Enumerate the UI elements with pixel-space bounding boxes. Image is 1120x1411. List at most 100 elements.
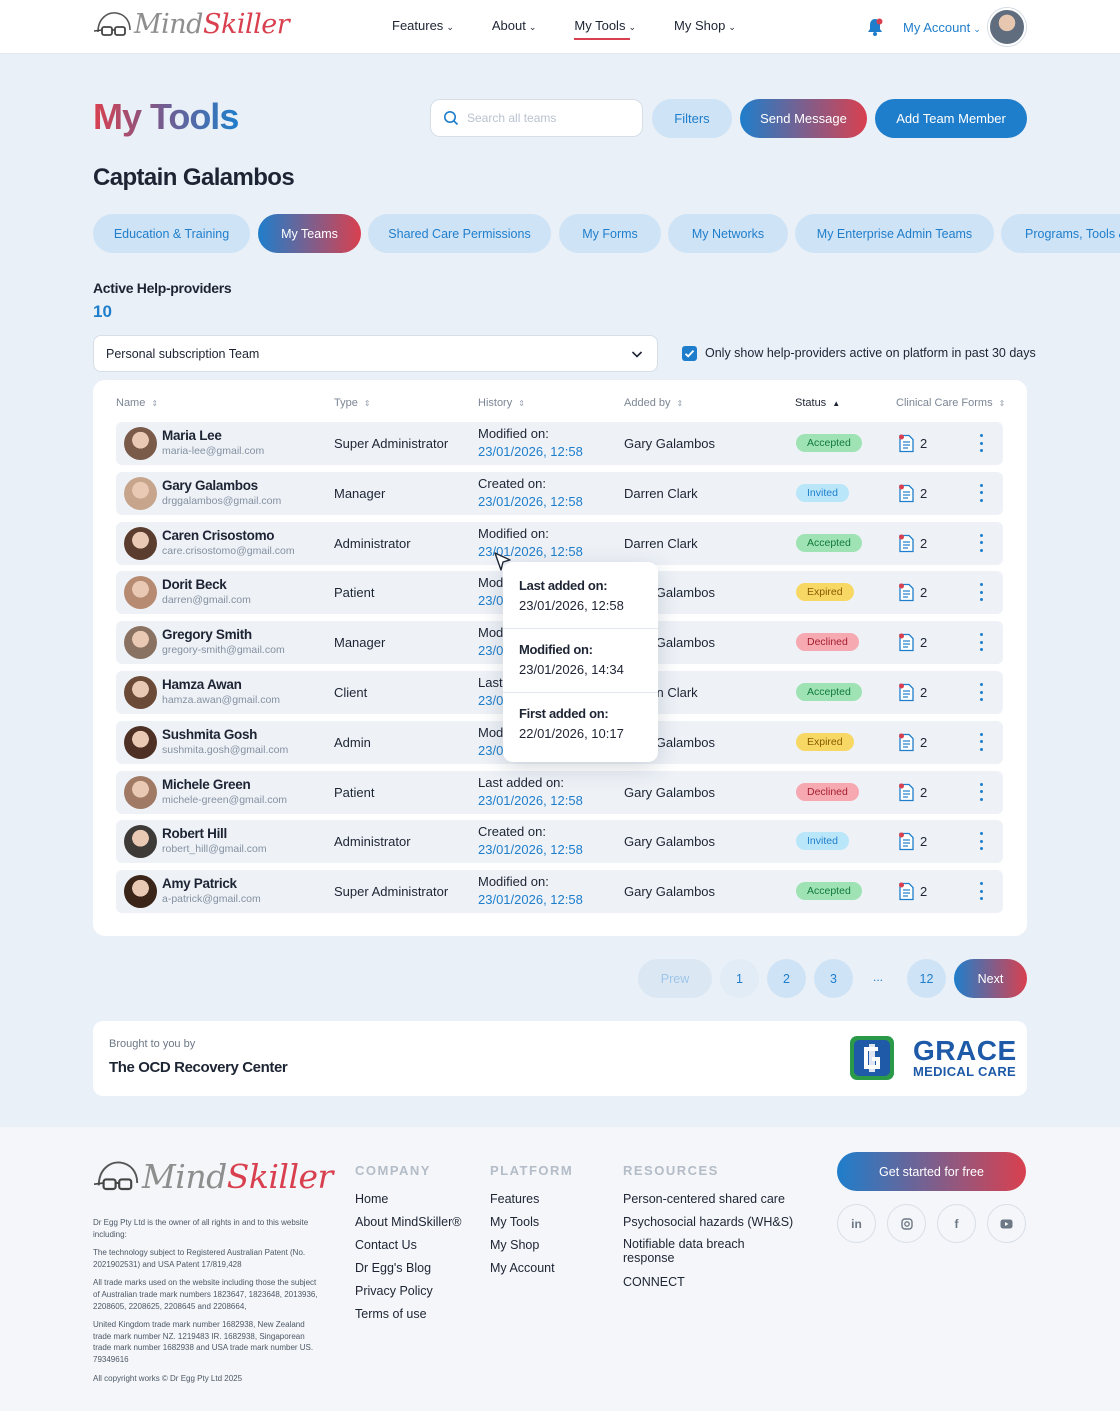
- pagination-page-3[interactable]: 3: [814, 959, 853, 998]
- tab-my-enterprise-admin-teams[interactable]: My Enterprise Admin Teams: [795, 214, 994, 253]
- footer-link-my-account[interactable]: My Account: [490, 1261, 573, 1275]
- team-select[interactable]: Personal subscription Team: [93, 335, 658, 372]
- table-row[interactable]: Maria Lee maria-lee@gmail.com Super Admini…: [116, 422, 1003, 465]
- tab-programs-tools[interactable]: Programs, Tools &: [1001, 214, 1120, 253]
- history-date[interactable]: 23/01/2026, 12:58: [478, 494, 583, 509]
- footer-logo[interactable]: MindSkiller: [94, 1157, 333, 1196]
- get-started-button[interactable]: Get started for free: [837, 1152, 1026, 1191]
- table-row[interactable]: Caren Crisostomo care.crisostomo@gmail.co…: [116, 521, 1003, 565]
- filters-button[interactable]: Filters: [652, 99, 732, 138]
- nav-my-shop[interactable]: My Shop ⌄: [674, 18, 736, 37]
- clinical-form-icon[interactable]: [898, 484, 915, 503]
- my-account-menu[interactable]: My Account ⌄: [903, 20, 981, 35]
- nav-about[interactable]: About ⌄: [492, 18, 537, 37]
- status-badge: Accepted: [796, 882, 862, 901]
- footer-link-contact[interactable]: Contact Us: [355, 1238, 461, 1252]
- footer-link-shared-care[interactable]: Person-centered shared care: [623, 1192, 793, 1206]
- footer-link-data-breach[interactable]: Notifiable data breach response: [623, 1237, 763, 1266]
- footer-link-features[interactable]: Features: [490, 1192, 573, 1206]
- history-date[interactable]: 23/01/2026, 12:58: [478, 892, 583, 907]
- table-row[interactable]: Gary Galambos drggalambos@gmail.com Manage…: [116, 471, 1003, 515]
- footer-link-psychosocial-hazards[interactable]: Psychosocial hazards (WH&S): [623, 1215, 793, 1229]
- row-actions-kebab-icon[interactable]: [976, 434, 986, 452]
- history-date[interactable]: 23/01/2026, 12:58: [478, 444, 583, 459]
- forms-count: 2: [920, 535, 928, 551]
- table-row[interactable]: Michele Green michele-green@gmail.com Pati…: [116, 770, 1003, 814]
- instagram-icon[interactable]: [887, 1204, 926, 1243]
- clinical-form-icon[interactable]: [898, 633, 915, 652]
- col-header-type[interactable]: Type ⇕: [334, 397, 371, 409]
- pagination-page-1[interactable]: 1: [720, 959, 759, 998]
- pagination-page-2[interactable]: 2: [767, 959, 806, 998]
- only-active-checkbox[interactable]: [682, 346, 697, 361]
- col-header-clinical-care-forms[interactable]: Clinical Care Forms ⇕: [896, 397, 1005, 409]
- row-actions-kebab-icon[interactable]: [976, 583, 986, 602]
- add-team-member-button[interactable]: Add Team Member: [875, 99, 1027, 138]
- notification-bell-icon[interactable]: [867, 18, 883, 36]
- tab-education-training[interactable]: Education & Training: [93, 214, 250, 253]
- youtube-icon[interactable]: [987, 1204, 1026, 1243]
- facebook-icon[interactable]: f: [937, 1204, 976, 1243]
- row-actions-kebab-icon[interactable]: [976, 633, 986, 652]
- clinical-form-icon[interactable]: [898, 882, 915, 901]
- history-date[interactable]: 23/01/2026, 12:58: [478, 842, 583, 857]
- table-row[interactable]: Robert Hill robert_hill@gmail.com Administ…: [116, 820, 1003, 864]
- table-row[interactable]: Amy Patrick a-patrick@gmail.com Super Admi…: [116, 870, 1003, 914]
- clinical-form-icon[interactable]: [898, 583, 915, 602]
- member-name[interactable]: Hamza Awan: [162, 677, 242, 692]
- linkedin-icon[interactable]: in: [837, 1204, 876, 1243]
- footer-link-my-tools[interactable]: My Tools: [490, 1215, 573, 1229]
- clinical-form-icon[interactable]: [898, 733, 915, 752]
- clinical-form-icon[interactable]: [898, 832, 915, 851]
- nav-features[interactable]: Features ⌄: [392, 18, 454, 37]
- col-header-name[interactable]: Name ⇕: [116, 397, 158, 409]
- member-name[interactable]: Gregory Smith: [162, 627, 252, 642]
- footer-link-home[interactable]: Home: [355, 1192, 461, 1206]
- row-actions-kebab-icon[interactable]: [976, 483, 986, 502]
- tab-my-teams[interactable]: My Teams: [258, 214, 361, 253]
- mindskiller-logo[interactable]: MindSkiller: [94, 9, 290, 40]
- member-name[interactable]: Maria Lee: [162, 428, 222, 443]
- added-by: Darren Clark: [624, 535, 698, 551]
- tab-my-forms[interactable]: My Forms: [559, 214, 661, 253]
- row-actions-kebab-icon[interactable]: [976, 533, 986, 552]
- clinical-form-icon[interactable]: [898, 434, 915, 453]
- col-header-added-by[interactable]: Added by ⇕: [624, 397, 683, 409]
- row-actions-kebab-icon[interactable]: [976, 782, 986, 801]
- nav-my-tools[interactable]: My Tools ⌄: [574, 18, 636, 40]
- member-name[interactable]: Michele Green: [162, 777, 251, 792]
- clinical-form-icon[interactable]: [898, 683, 915, 702]
- tab-my-networks[interactable]: My Networks: [668, 214, 788, 253]
- pagination-prev-button[interactable]: Prew: [638, 959, 712, 998]
- row-actions-kebab-icon[interactable]: [976, 683, 986, 701]
- member-name[interactable]: Dorit Beck: [162, 577, 227, 592]
- row-actions-kebab-icon[interactable]: [976, 832, 986, 851]
- row-actions-kebab-icon[interactable]: [976, 732, 986, 751]
- legal-text: United Kingdom trade mark number 1682938…: [93, 1320, 314, 1364]
- clinical-form-icon[interactable]: [898, 783, 915, 802]
- member-name[interactable]: Sushmita Gosh: [162, 727, 257, 742]
- clinical-form-icon[interactable]: [898, 534, 915, 553]
- member-name[interactable]: Caren Crisostomo: [162, 528, 275, 543]
- row-actions-kebab-icon[interactable]: [976, 882, 986, 901]
- col-header-history[interactable]: History ⇕: [478, 397, 525, 409]
- avatar: [124, 676, 157, 709]
- send-message-button[interactable]: Send Message: [740, 99, 867, 138]
- footer-link-blog[interactable]: Dr Egg's Blog: [355, 1261, 461, 1275]
- footer-link-terms[interactable]: Terms of use: [355, 1307, 461, 1321]
- search-box[interactable]: [430, 99, 643, 137]
- history-date[interactable]: 23/01/2026, 12:58: [478, 793, 583, 808]
- tab-shared-care-permissions[interactable]: Shared Care Permissions: [368, 214, 551, 253]
- member-name[interactable]: Gary Galambos: [162, 478, 258, 493]
- search-input[interactable]: [467, 108, 637, 128]
- pagination-page-last[interactable]: 12: [907, 959, 946, 998]
- footer-link-my-shop[interactable]: My Shop: [490, 1238, 573, 1252]
- member-name[interactable]: Robert Hill: [162, 826, 227, 841]
- pagination-next-button[interactable]: Next: [954, 959, 1027, 998]
- user-avatar[interactable]: [988, 8, 1026, 46]
- col-header-status[interactable]: Status ▲: [795, 397, 840, 409]
- footer-link-connect[interactable]: CONNECT: [623, 1275, 793, 1289]
- footer-link-privacy[interactable]: Privacy Policy: [355, 1284, 461, 1298]
- footer-link-about[interactable]: About MindSkiller®: [355, 1215, 461, 1229]
- member-name[interactable]: Amy Patrick: [162, 876, 237, 891]
